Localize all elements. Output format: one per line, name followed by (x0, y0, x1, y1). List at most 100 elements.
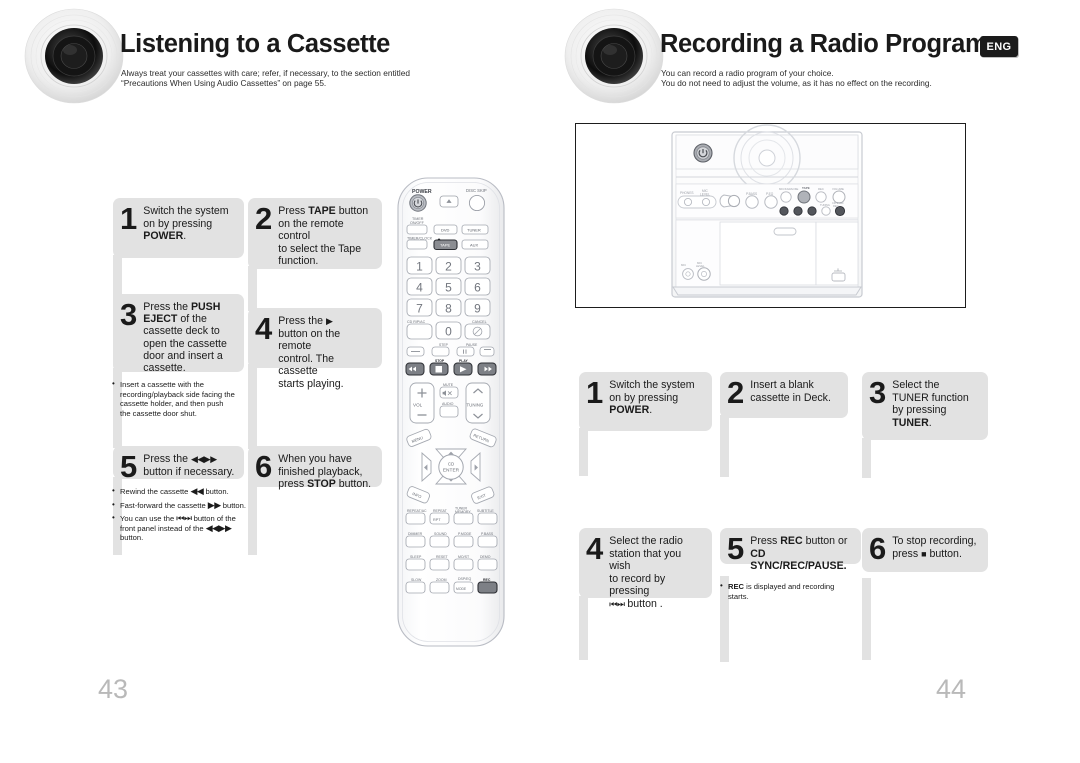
step-text: When you have finished playback, press STO… (278, 453, 372, 491)
note-item: Fast-forward the cassette ▶▶ button. (112, 499, 247, 511)
rewind-glyph-icon: ◀◀ (190, 486, 204, 496)
svg-text:SUBTITLE: SUBTITLE (477, 509, 494, 513)
page-title: Recording a Radio Program (660, 30, 988, 58)
svg-text:1: 1 (416, 260, 423, 274)
step-number: 5 (727, 531, 745, 566)
svg-text:ON/OFF: ON/OFF (410, 221, 425, 225)
stereo-system-illustration: PHONES MIC LEVEL P.BASS P.EQ MIC/KARAOKE… (671, 124, 863, 298)
remote-control-illustration: POWER DISC SKIP TIMER ON/OFF DVD TUNER T… (397, 177, 505, 647)
svg-text:RESET: RESET (436, 555, 449, 559)
svg-text:MO/ST: MO/ST (458, 555, 470, 559)
step-tail (862, 438, 871, 478)
step-number: 4 (586, 531, 604, 566)
svg-text:MIC: MIC (681, 263, 686, 267)
step-tail (579, 428, 588, 476)
page-subtitle: You can record a radio program of your c… (661, 68, 932, 89)
svg-text:9: 9 (474, 302, 481, 316)
svg-text:5: 5 (445, 281, 452, 295)
svg-text:TUNER: TUNER (467, 227, 481, 232)
step-tail (720, 415, 729, 477)
svg-text:CD RIP/AC: CD RIP/AC (407, 320, 426, 324)
svg-text:PHONES: PHONES (680, 191, 693, 195)
step-tail (248, 266, 257, 311)
svg-text:6: 6 (474, 281, 481, 295)
svg-text:TAPE: TAPE (440, 243, 450, 248)
note-item: You can use the ⏮⏭ button of the front p… (112, 513, 247, 543)
step-text: Select the radio station that you wish to … (609, 535, 683, 610)
svg-text:AUX: AUX (470, 242, 479, 247)
step-number: 1 (586, 375, 604, 410)
page-title: Listening to a Cassette (120, 30, 390, 58)
svg-text:AUDIO: AUDIO (442, 402, 454, 406)
svg-text:MUTE: MUTE (443, 383, 454, 387)
step-box-6: 6 To stop recording, press ■ button. (862, 528, 988, 572)
svg-text:RPT: RPT (433, 518, 441, 522)
step-text: Press the ▶ button on the remote control. … (278, 315, 344, 390)
step-text: Switch the system on by pressing POWER. (143, 205, 229, 243)
step-number: 3 (869, 375, 887, 410)
svg-text:DIMMER: DIMMER (408, 532, 423, 536)
page-subtitle: Always treat your cassettes with care; r… (121, 68, 410, 89)
step-text: Select the TUNER function by pressing TUNER… (892, 379, 969, 429)
note-item: REC is displayed and recording starts. (720, 581, 855, 601)
fastforward-glyph-icon: ▶▶ (207, 499, 221, 510)
step-box-2: 2 Insert a blank cassette in Deck. (720, 372, 848, 418)
notes-step-3: Insert a cassette with the recording/pla… (112, 379, 236, 422)
svg-text:MIC/KARAOKE: MIC/KARAOKE (779, 187, 799, 191)
svg-text:8: 8 (445, 302, 452, 316)
svg-text:LEVEL: LEVEL (696, 264, 705, 268)
svg-text:ZOOM: ZOOM (436, 578, 447, 582)
svg-text:REPEAT: REPEAT (433, 509, 448, 513)
note-item: Insert a cassette with the recording/pla… (112, 379, 236, 418)
svg-text:SOUND: SOUND (434, 532, 447, 536)
rewind-fastforward-glyph-icon: ◀◀▶▶ (190, 454, 217, 464)
svg-text:TUNING: TUNING (820, 203, 830, 207)
step-text: Press REC button or CD SYNC/REC/PAUSE. (750, 535, 848, 573)
step-box-3: 3 Select the TUNER function by pressing TUN… (862, 372, 988, 440)
step-text: Switch the system on by pressing POWER. (609, 379, 695, 417)
step-tail (579, 596, 588, 660)
svg-text:0: 0 (445, 325, 452, 339)
step-box-5: 5 Press the ◀◀▶▶ button if necessary. (113, 446, 244, 484)
step-text: To stop recording, press ■ button. (892, 535, 977, 560)
step-text: Press the PUSH EJECT of the cassette deck … (143, 301, 227, 375)
svg-text:PAUSE: PAUSE (466, 343, 478, 347)
step-text: Press TAPE button on the remote control to… (278, 205, 369, 268)
svg-text:DEMO: DEMO (480, 555, 491, 559)
step-box-4: 4 Press the ▶ button on the remote control… (248, 308, 382, 390)
step-number: 4 (255, 311, 273, 346)
step-text: Insert a blank cassette in Deck. (750, 379, 831, 404)
step-number: 2 (727, 375, 745, 410)
svg-text:3: 3 (474, 260, 481, 274)
step-number: 2 (255, 201, 273, 236)
page-subtitle-line1: Always treat your cassettes with care; r… (121, 68, 410, 78)
svg-text:REPEAT/AC: REPEAT/AC (407, 509, 427, 513)
rewind-fastforward-glyph-icon: ◀◀▶▶ (205, 522, 232, 533)
svg-text:STEP: STEP (439, 343, 449, 347)
svg-text:4: 4 (416, 281, 423, 295)
skip-glyph-icon: ⏮⏭ (609, 598, 625, 609)
step-box-6: 6 When you have finished playback, press S… (248, 446, 382, 490)
step-box-3: 3 Press the PUSH EJECT of the cassette dec… (113, 294, 244, 375)
svg-text:2: 2 (445, 260, 452, 274)
step-number: 3 (120, 297, 138, 332)
step-box-1: 1 Switch the system on by pressing POWER. (579, 372, 712, 431)
svg-text:REC: REC (483, 578, 491, 582)
step-number: 5 (120, 449, 138, 484)
note-item: Rewind the cassette ◀◀ button. (112, 486, 247, 497)
manual-page-spread: Listening to a Cassette Always treat you… (0, 0, 1080, 763)
svg-text:MODE: MODE (456, 587, 467, 591)
svg-text:POWER: POWER (412, 189, 432, 195)
step-box-4: 4 Select the radio station that you wish t… (579, 528, 712, 610)
svg-text:SLOW: SLOW (411, 578, 422, 582)
step-number: 6 (869, 531, 887, 566)
left-page: Listening to a Cassette Always treat you… (0, 0, 540, 763)
svg-text:STOP: STOP (435, 359, 445, 363)
language-badge: ENG (980, 36, 1018, 57)
svg-text:P.MODE: P.MODE (458, 532, 472, 536)
svg-text:CANCEL: CANCEL (472, 320, 487, 324)
svg-text:VOLUME: VOLUME (832, 187, 844, 191)
device-photo-frame: PHONES MIC LEVEL P.BASS P.EQ MIC/KARAOKE… (575, 123, 966, 308)
svg-text:TUNING: TUNING (467, 403, 484, 408)
svg-text:DSP/EQ: DSP/EQ (458, 577, 472, 581)
